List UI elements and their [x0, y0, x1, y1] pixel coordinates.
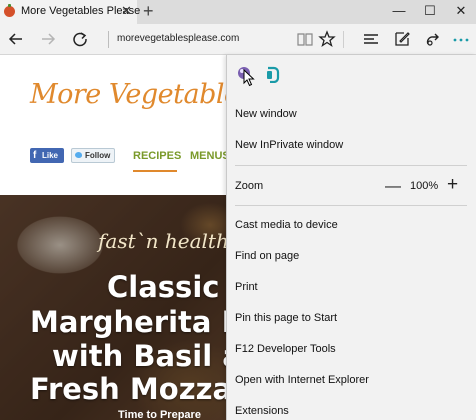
menu-extensions[interactable]: Extensions [235, 405, 289, 417]
menu-new-inprivate-window[interactable]: New InPrivate window [235, 139, 343, 151]
menu-find-on-page[interactable]: Find on page [235, 250, 299, 262]
tab-close-button[interactable]: ✕ [121, 3, 132, 19]
menu-separator [235, 165, 467, 166]
tab-strip: More Vegetables Please ✕ + — ☐ ✕ [0, 0, 476, 24]
navigation-toolbar: morevegetablesplease.com [0, 24, 476, 55]
tab-active[interactable]: More Vegetables Please ✕ [0, 0, 140, 24]
extension-icon[interactable] [263, 65, 281, 83]
minimize-button[interactable]: — [389, 2, 409, 20]
nav-active-underline [133, 170, 177, 172]
nav-recipes[interactable]: RECIPES [133, 150, 181, 162]
twitter-follow-button[interactable]: Follow [71, 148, 115, 163]
tomato-favicon-icon [4, 4, 15, 17]
menu-print[interactable]: Print [235, 281, 258, 293]
mouse-cursor-icon [243, 69, 255, 87]
hero-title-line-2: Margherita F [30, 305, 242, 339]
hero-title-line-3: with Basil a [52, 339, 242, 373]
back-icon[interactable] [5, 28, 27, 50]
new-tab-button[interactable]: + [143, 1, 154, 21]
hero-title-line-1: Classic [107, 270, 220, 304]
hero-tagline: fast`n healthy [98, 229, 241, 253]
settings-menu: New window New InPrivate window Zoom — 1… [226, 55, 476, 420]
menu-cast-media[interactable]: Cast media to device [235, 219, 338, 231]
hero-title-line-4: Fresh Mozza [30, 372, 233, 406]
nav-menus[interactable]: MENUS [190, 150, 230, 162]
zoom-in-button[interactable]: + [447, 175, 458, 194]
menu-separator [235, 205, 467, 206]
menu-new-window[interactable]: New window [235, 108, 297, 120]
menu-open-with-ie[interactable]: Open with Internet Explorer [235, 374, 369, 386]
maximize-button[interactable]: ☐ [420, 2, 440, 20]
share-icon[interactable] [422, 28, 444, 50]
hub-icon[interactable] [360, 28, 382, 50]
address-bar[interactable]: morevegetablesplease.com [117, 33, 239, 44]
facebook-like-button[interactable]: Like [30, 148, 64, 163]
zoom-level: 100% [410, 180, 439, 192]
zoom-out-button[interactable]: — [385, 179, 401, 195]
menu-zoom-label: Zoom [235, 180, 264, 192]
toolbar-separator [343, 31, 344, 48]
forward-icon[interactable] [37, 28, 59, 50]
address-separator [108, 31, 109, 48]
refresh-icon[interactable] [69, 28, 91, 50]
favorite-star-icon[interactable] [316, 28, 338, 50]
window-close-button[interactable]: ✕ [451, 2, 471, 20]
web-note-icon[interactable] [391, 28, 413, 50]
hero-time-to-prepare: Time to Prepare [118, 409, 201, 420]
menu-f12-developer-tools[interactable]: F12 Developer Tools [235, 343, 336, 355]
reading-view-icon[interactable] [294, 28, 316, 50]
more-icon[interactable] [450, 28, 472, 50]
menu-pin-to-start[interactable]: Pin this page to Start [235, 312, 337, 324]
